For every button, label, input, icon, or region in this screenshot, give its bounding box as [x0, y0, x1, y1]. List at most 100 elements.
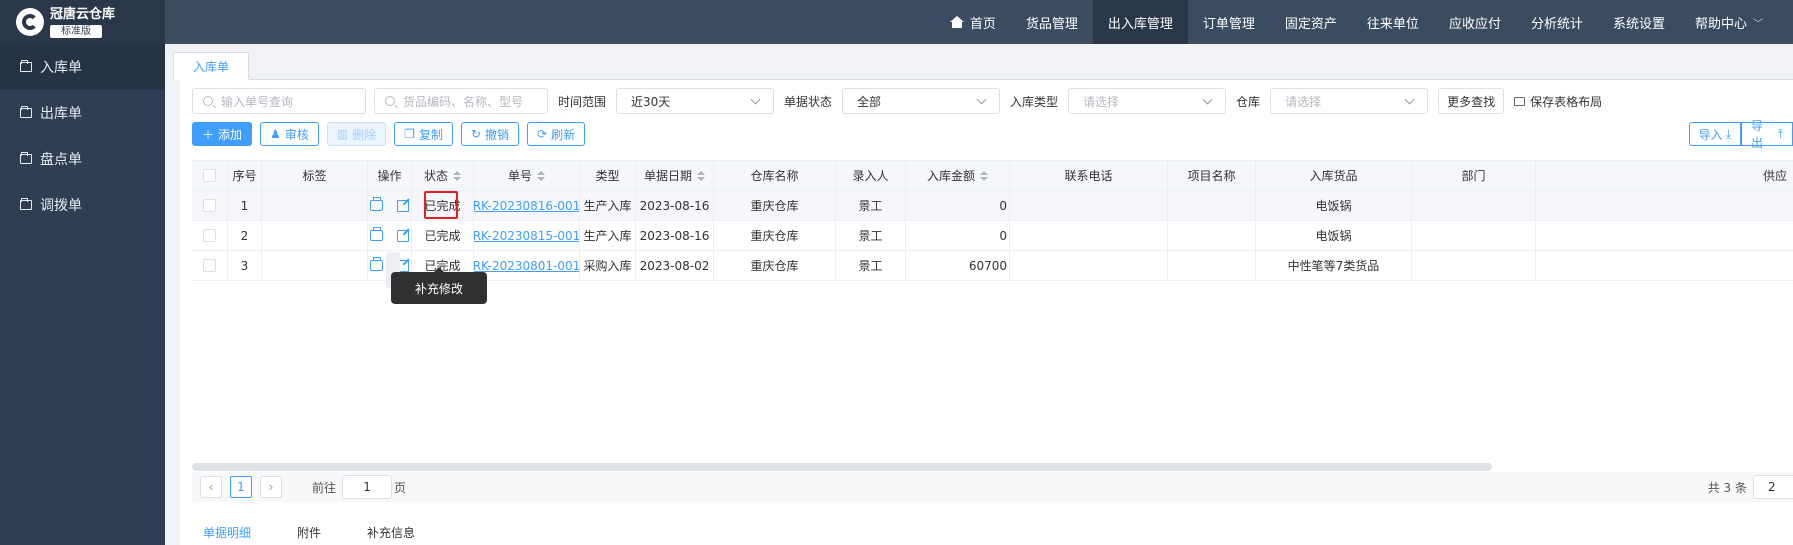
row-checkbox[interactable]: [192, 191, 228, 220]
logo-icon: [16, 8, 44, 36]
detail-tabs: 单据明细 附件 补充信息: [203, 520, 461, 545]
sidebar-item-label: 调拨单: [40, 198, 82, 214]
nav-home[interactable]: 首页: [935, 0, 1011, 44]
nav-analytics[interactable]: 分析统计: [1516, 0, 1598, 44]
row-checkbox[interactable]: [192, 251, 228, 280]
tab-extra-info[interactable]: 补充信息: [367, 524, 415, 545]
prev-page-button[interactable]: ‹: [200, 476, 222, 498]
status-label: 单据状态: [784, 94, 833, 109]
sidebar-item-outbound[interactable]: 出库单: [0, 90, 165, 136]
top-navbar: 首页 货品管理 出入库管理 订单管理 固定资产 往来单位 应收应付 分析统计 系…: [165, 0, 1793, 44]
edit-tooltip: 补充修改: [391, 267, 487, 304]
nav-goods[interactable]: 货品管理: [1011, 0, 1093, 44]
nav-settings[interactable]: 系统设置: [1598, 0, 1680, 44]
next-page-button[interactable]: ›: [260, 476, 282, 498]
copy-button[interactable]: ❐ 复制: [394, 122, 453, 146]
folder-icon: [20, 106, 32, 118]
audit-button[interactable]: ♟ 审核: [260, 122, 319, 146]
row-checkbox[interactable]: [192, 221, 228, 250]
goto-label: 前往: [312, 480, 337, 495]
col-ops: 操作: [368, 161, 412, 190]
goods-search-input[interactable]: 货品编码、名称、型号: [374, 88, 548, 114]
inbound-type-select[interactable]: 请选择: [1068, 88, 1227, 114]
nav-orders[interactable]: 订单管理: [1188, 0, 1270, 44]
tab-detail[interactable]: 单据明细: [203, 524, 251, 545]
save-layout-button[interactable]: 保存表格布局: [1514, 93, 1602, 110]
status-select[interactable]: 全部: [842, 88, 1001, 114]
table-header-row: 序号 标签 操作 状态 单号 类型 单据日期 仓库名称 录入人 入库金额 联系电…: [192, 161, 1793, 191]
order-no-link[interactable]: RK-20230816-001: [474, 191, 580, 220]
page-size-select[interactable]: 2: [1753, 475, 1793, 499]
search-icon: [385, 96, 395, 106]
tab-inbound[interactable]: 入库单: [173, 52, 249, 80]
col-no[interactable]: 单号: [474, 161, 580, 190]
page-unit-label: 页: [394, 480, 407, 495]
print-icon[interactable]: [370, 257, 383, 271]
time-range-select[interactable]: 近30天: [616, 88, 775, 114]
order-no-link[interactable]: RK-20230815-001: [474, 221, 580, 250]
delete-button[interactable]: ▥ 删除: [326, 122, 387, 146]
more-search-button[interactable]: 更多查找: [1438, 88, 1505, 114]
page-button-current[interactable]: 1: [230, 476, 252, 498]
folder-icon: [20, 60, 32, 72]
edit-icon[interactable]: [397, 199, 409, 212]
tab-attachments[interactable]: 附件: [297, 524, 321, 545]
inbound-type-label: 入库类型: [1010, 94, 1059, 109]
chevron-down-icon: [750, 94, 761, 104]
download-icon: ⤓: [1725, 126, 1731, 141]
io-toolbar: 导入 ⤓ 导出 ⤒: [1688, 119, 1793, 150]
nav-receivables[interactable]: 应收应付: [1434, 0, 1516, 44]
sidebar-item-stocktake[interactable]: 盘点单: [0, 136, 165, 182]
sort-icon: [453, 170, 461, 181]
import-button[interactable]: 导入 ⤓: [1688, 122, 1741, 146]
search-icon: [203, 96, 213, 106]
main-panel: 输入单号查询 货品编码、名称、型号 时间范围 近30天 单据状态 全部 入库类型…: [180, 80, 1793, 545]
action-toolbar: ＋添加 ♟ 审核 ▥ 删除 ❐ 复制 ↻ 撤销 ⟳ 刷新: [192, 122, 593, 146]
table-row[interactable]: 2 已完成 RK-20230815-001 生产入库 2023-08-16 重庆…: [192, 221, 1793, 251]
sidebar-item-label: 盘点单: [40, 152, 82, 168]
nav-assets[interactable]: 固定资产: [1270, 0, 1352, 44]
refresh-button[interactable]: ⟳ 刷新: [527, 122, 586, 146]
plus-icon: ＋: [202, 127, 215, 142]
col-amount[interactable]: 入库金额: [906, 161, 1010, 190]
revoke-button[interactable]: ↻ 撤销: [460, 122, 520, 146]
goto-page-input[interactable]: 1: [342, 475, 393, 499]
horizontal-scrollbar[interactable]: [192, 463, 1492, 471]
tab-strip: 入库单: [173, 52, 1793, 80]
chevron-down-icon: [1404, 94, 1415, 104]
app-title: 冠唐云仓库: [50, 6, 116, 22]
sort-icon: [537, 170, 545, 181]
edit-icon[interactable]: [397, 229, 409, 242]
total-count: 共 3 条: [1707, 480, 1747, 495]
warehouse-select[interactable]: 请选择: [1270, 88, 1429, 114]
sort-icon: [980, 170, 988, 181]
sidebar-item-inbound[interactable]: 入库单: [0, 44, 165, 90]
col-phone: 联系电话: [1010, 161, 1168, 190]
time-range-label: 时间范围: [558, 94, 607, 109]
folder-icon: [1514, 96, 1526, 106]
col-project: 项目名称: [1168, 161, 1256, 190]
upload-icon: ⤒: [1777, 126, 1783, 141]
row-ops: [368, 191, 412, 220]
order-no-link[interactable]: RK-20230801-001: [474, 251, 580, 280]
sidebar-item-transfer[interactable]: 调拨单: [0, 182, 165, 228]
nav-partners[interactable]: 往来单位: [1352, 0, 1434, 44]
col-date[interactable]: 单据日期: [636, 161, 714, 190]
sort-icon: [697, 170, 705, 181]
print-icon[interactable]: [370, 227, 383, 241]
col-status[interactable]: 状态: [412, 161, 474, 190]
folder-icon: [20, 152, 32, 164]
nav-inout[interactable]: 出入库管理: [1092, 0, 1188, 44]
nav-help[interactable]: 帮助中心 ﹀: [1680, 0, 1793, 44]
order-no-search-input[interactable]: 输入单号查询: [192, 88, 366, 114]
select-all-checkbox[interactable]: [192, 161, 228, 190]
filter-bar: 输入单号查询 货品编码、名称、型号 时间范围 近30天 单据状态 全部 入库类型…: [192, 88, 1602, 114]
add-button[interactable]: ＋添加: [192, 122, 253, 146]
sidebar-item-label: 入库单: [40, 60, 82, 76]
col-index: 序号: [228, 161, 262, 190]
content-area: 入库单 输入单号查询 货品编码、名称、型号 时间范围 近30天 单据状态 全部 …: [165, 44, 1793, 545]
export-button[interactable]: 导出 ⤒: [1741, 119, 1793, 150]
print-icon[interactable]: [370, 197, 383, 211]
sidebar-item-label: 出库单: [40, 106, 82, 122]
app-logo[interactable]: 冠唐云仓库 标准版: [0, 0, 165, 44]
